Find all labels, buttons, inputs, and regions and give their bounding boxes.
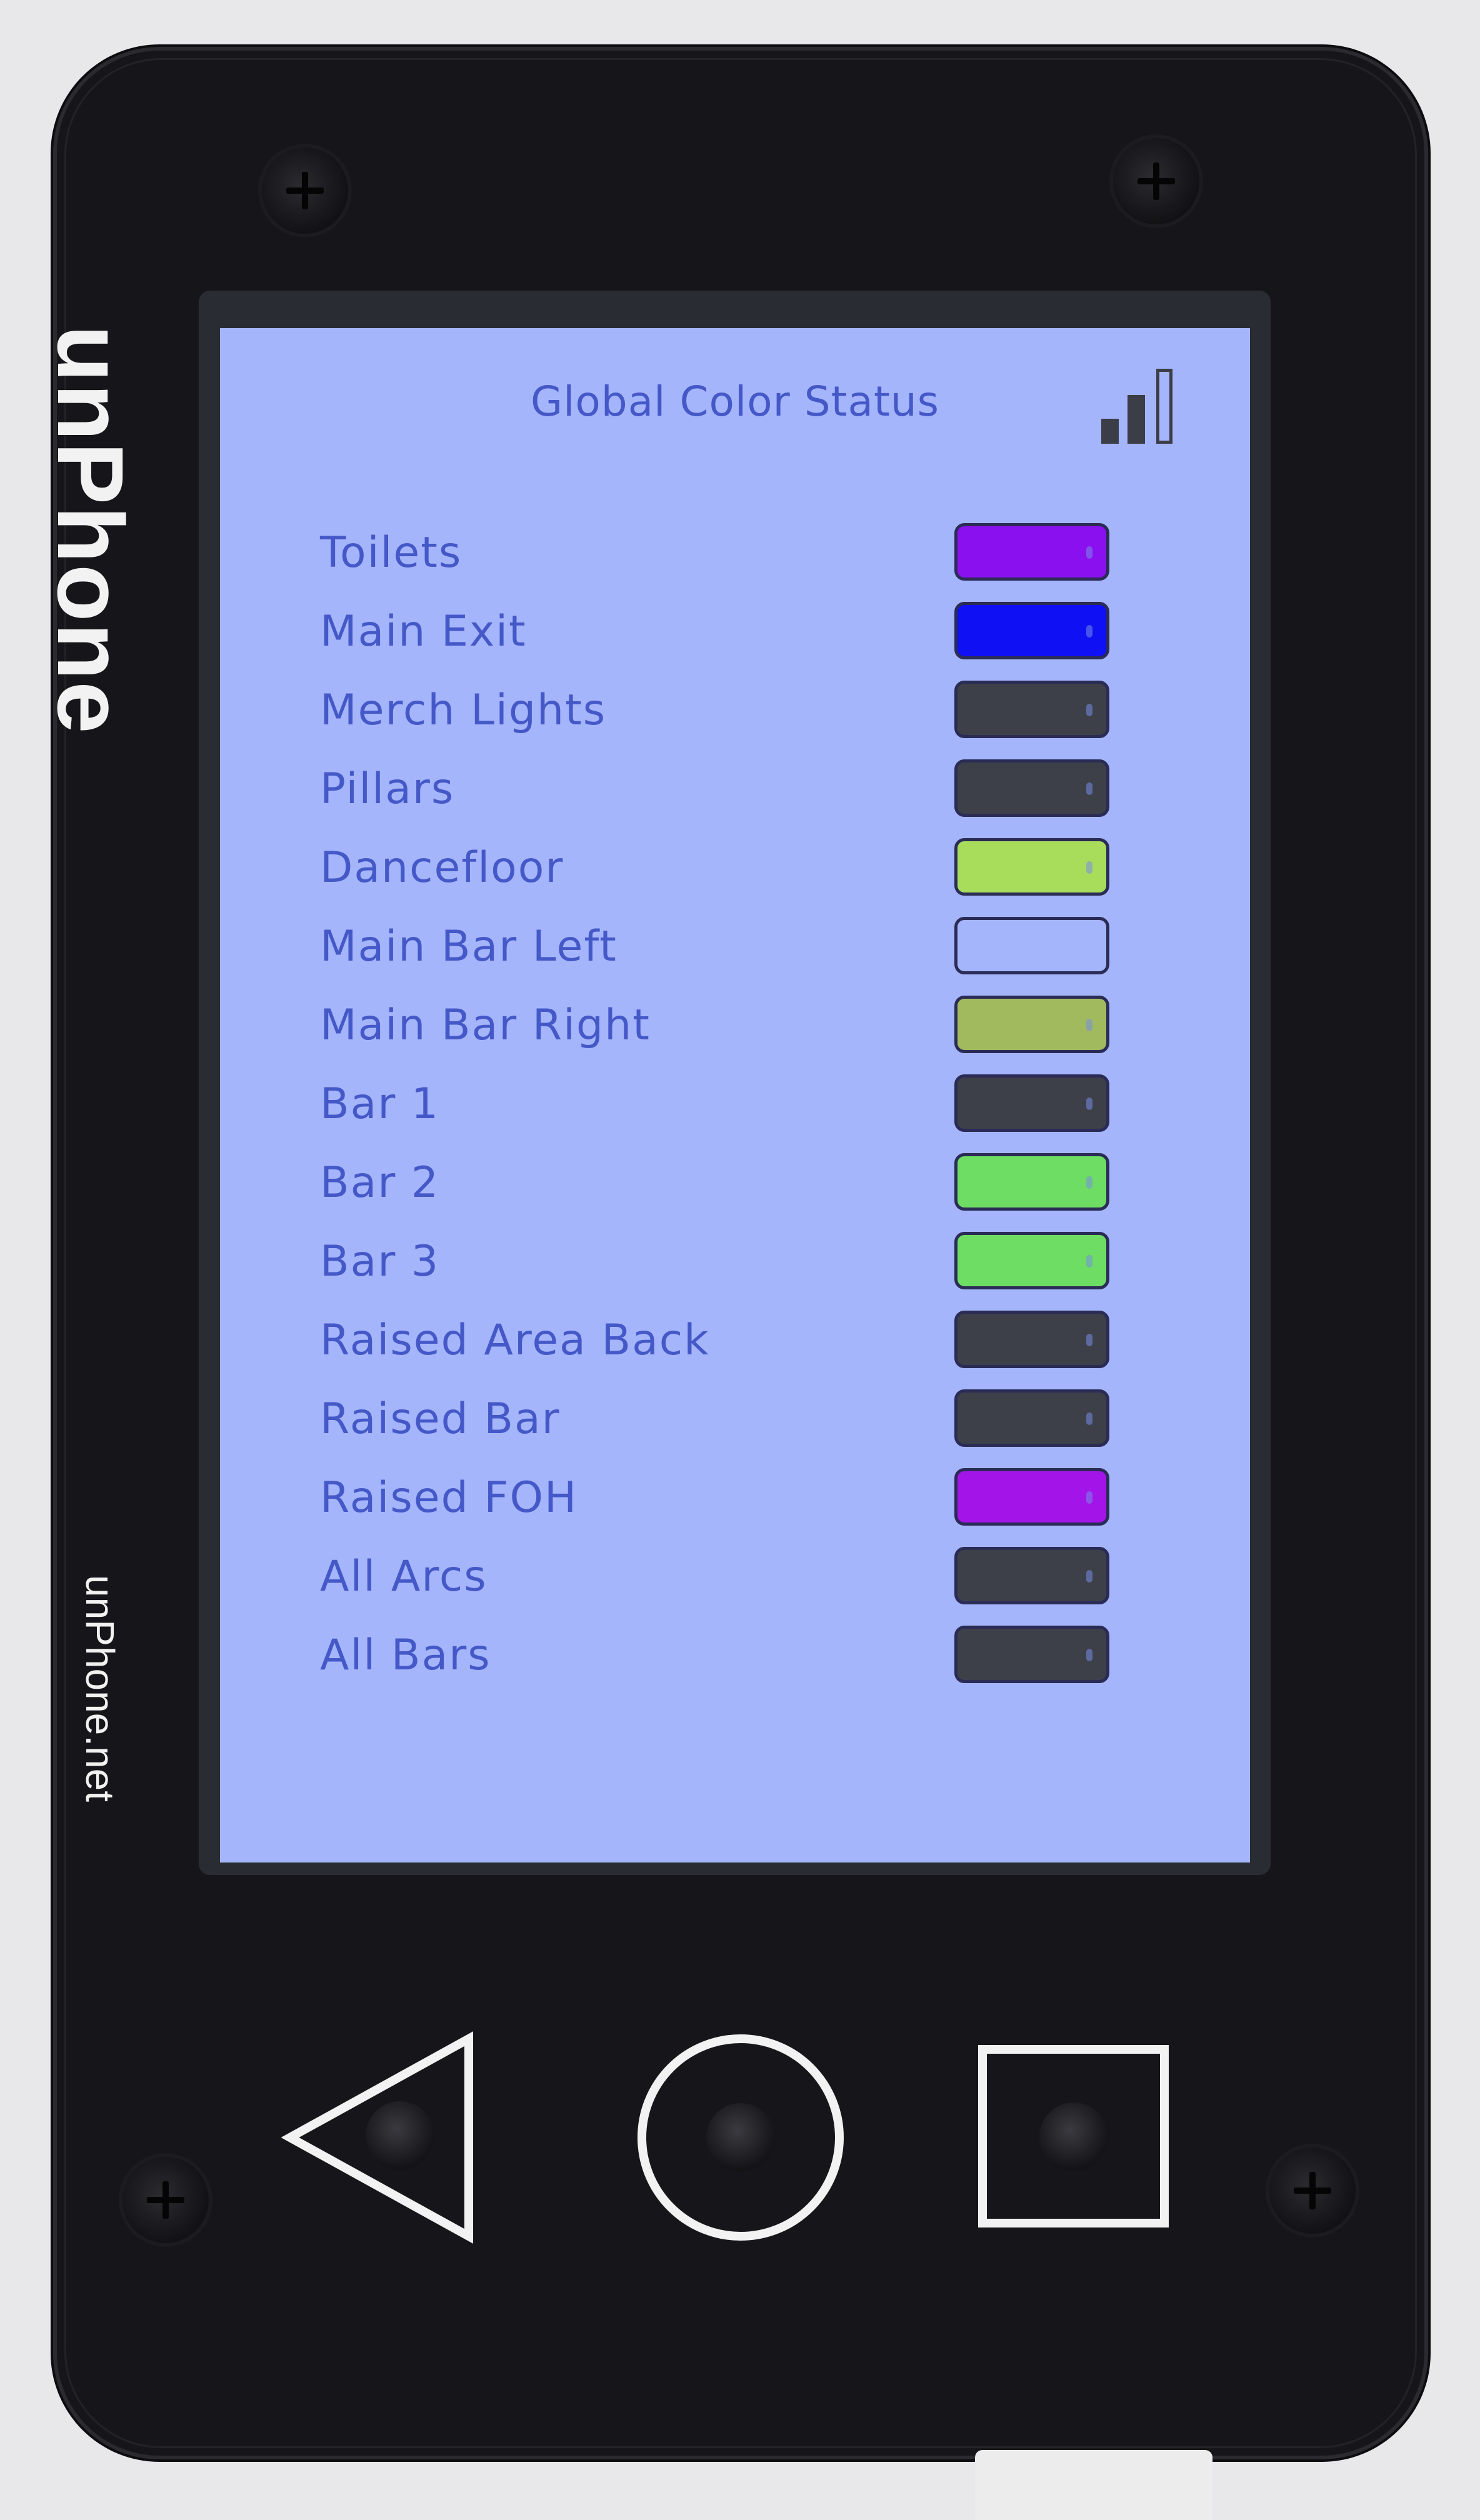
color-swatch[interactable]: [954, 996, 1109, 1053]
signal-bar-1: [1101, 419, 1119, 444]
touch-screen[interactable]: Global Color Status Toilets Main Exit Me…: [220, 328, 1250, 1862]
bottom-right-screw-icon: [1266, 2144, 1359, 2238]
zone-label: Main Bar Right: [320, 1001, 651, 1050]
screen-title: Global Color Status: [530, 378, 940, 426]
zone-label: Dancefloor: [320, 843, 564, 892]
usb-cable: [975, 2450, 1212, 2520]
color-swatch[interactable]: [954, 759, 1109, 817]
list-item[interactable]: Merch Lights: [220, 673, 1250, 752]
list-item[interactable]: All Arcs: [220, 1539, 1250, 1618]
zone-label: Raised FOH: [320, 1473, 578, 1522]
square-recent-icon: [1039, 2102, 1108, 2171]
zone-label: Toilets: [320, 528, 462, 578]
color-swatch[interactable]: [954, 1626, 1109, 1683]
top-right-screw-icon: [1109, 134, 1203, 228]
list-item[interactable]: Bar 3: [220, 1224, 1250, 1303]
color-swatch[interactable]: [954, 1468, 1109, 1526]
color-swatch[interactable]: [954, 681, 1109, 738]
home-button[interactable]: [638, 2034, 844, 2241]
color-swatch[interactable]: [954, 1232, 1109, 1289]
list-item[interactable]: Raised Area Back: [220, 1303, 1250, 1382]
zone-label: Main Bar Left: [320, 922, 618, 971]
zone-label: All Bars: [320, 1631, 491, 1680]
back-button-hole: [366, 2101, 434, 2170]
back-button[interactable]: [281, 2031, 481, 2244]
color-status-list: Toilets Main Exit Merch Lights Pillars D…: [220, 516, 1250, 1697]
color-swatch[interactable]: [954, 602, 1109, 659]
color-swatch[interactable]: [954, 1547, 1109, 1604]
color-swatch[interactable]: [954, 1311, 1109, 1368]
list-item[interactable]: Pillars: [220, 752, 1250, 831]
list-item[interactable]: Raised Bar: [220, 1382, 1250, 1461]
color-swatch[interactable]: [954, 523, 1109, 581]
zone-label: Raised Area Back: [320, 1316, 710, 1365]
color-swatch[interactable]: [954, 1153, 1109, 1211]
list-item[interactable]: Bar 1: [220, 1067, 1250, 1146]
zone-label: Bar 3: [320, 1237, 440, 1286]
signal-bar-3: [1156, 369, 1172, 444]
top-left-screw-icon: [258, 144, 352, 238]
color-swatch[interactable]: [954, 1389, 1109, 1447]
list-item[interactable]: All Bars: [220, 1618, 1250, 1697]
zone-label: Bar 2: [320, 1158, 440, 1208]
circle-home-icon: [706, 2103, 775, 2172]
signal-bar-2: [1128, 395, 1145, 444]
zone-label: Bar 1: [320, 1079, 440, 1129]
zone-label: Merch Lights: [320, 686, 607, 735]
zone-label: All Arcs: [320, 1552, 488, 1601]
list-item[interactable]: Dancefloor: [220, 831, 1250, 909]
color-swatch[interactable]: [954, 838, 1109, 896]
list-item[interactable]: Raised FOH: [220, 1461, 1250, 1539]
list-item[interactable]: Main Bar Right: [220, 988, 1250, 1067]
color-swatch[interactable]: [954, 917, 1109, 974]
zone-label: Main Exit: [320, 607, 527, 656]
zone-label: Raised Bar: [320, 1394, 561, 1444]
brand-url: unPhone.net: [78, 1575, 122, 1802]
list-item[interactable]: Main Bar Left: [220, 909, 1250, 988]
list-item[interactable]: Toilets: [220, 516, 1250, 594]
list-item[interactable]: Bar 2: [220, 1146, 1250, 1224]
zone-label: Pillars: [320, 764, 455, 814]
brand-logo: unPhone: [38, 325, 143, 735]
bottom-left-screw-icon: [119, 2153, 212, 2247]
recent-button[interactable]: [978, 2045, 1169, 2228]
list-item[interactable]: Main Exit: [220, 594, 1250, 673]
signal-strength-icon: [1101, 356, 1189, 444]
color-swatch[interactable]: [954, 1074, 1109, 1132]
